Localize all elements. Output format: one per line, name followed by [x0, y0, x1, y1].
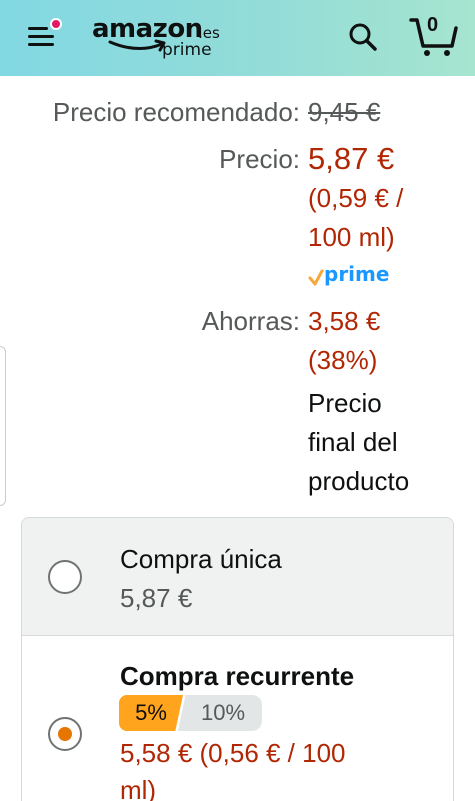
- cart-button[interactable]: 0: [408, 12, 458, 58]
- option-subscribe-price-line2: ml): [120, 775, 157, 801]
- amazon-prime-logo[interactable]: amazon .es prime: [90, 10, 230, 62]
- smile-arrow-icon: [108, 39, 166, 52]
- price-value: 5,87 €: [308, 141, 395, 176]
- final-price-note-line2: final del: [308, 427, 398, 457]
- option-subscribe-title: Compra recurrente: [120, 661, 355, 691]
- savings-label: Ahorras:: [201, 306, 300, 336]
- checkmark-icon: [308, 269, 324, 286]
- discount-tier-10[interactable]: 10%: [178, 695, 262, 731]
- recommended-price-value: 9,45 €: [308, 97, 381, 127]
- option-one-time-price: 5,87 €: [120, 583, 193, 613]
- logo-prime: prime: [162, 40, 212, 60]
- option-one-time-purchase[interactable]: Compra única 5,87 €: [22, 518, 453, 636]
- final-price-note-line1: Precio: [308, 388, 382, 418]
- purchase-options: Compra única 5,87 € Compra recurrente 5,…: [21, 517, 454, 801]
- savings-percent: (38%): [308, 345, 378, 375]
- price-label: Precio:: [219, 144, 300, 174]
- notification-dot: [50, 18, 62, 30]
- search-button[interactable]: [346, 20, 380, 54]
- unit-price-line1: (0,59 € /: [308, 183, 404, 213]
- top-nav-bar: amazon .es prime 0: [0, 0, 475, 76]
- savings-value: 3,58 €: [308, 306, 381, 336]
- menu-icon-line: [28, 43, 54, 46]
- option-subscribe-price-line1: 5,58 € (0,56 € / 100: [120, 738, 346, 768]
- prime-badge-text: prime: [324, 262, 390, 286]
- recommended-price-label: Precio recomendado:: [52, 97, 300, 127]
- side-drawer-handle[interactable]: [0, 346, 6, 506]
- radio-subscribe[interactable]: [48, 717, 82, 751]
- menu-icon-line: [28, 35, 54, 38]
- cart-count: 0: [427, 14, 439, 36]
- radio-one-time[interactable]: [48, 560, 82, 594]
- prime-badge: prime: [308, 262, 389, 286]
- option-one-time-title: Compra única: [120, 544, 282, 574]
- menu-button[interactable]: [24, 18, 64, 52]
- discount-tier-5[interactable]: 5%: [119, 695, 183, 731]
- search-icon: [349, 23, 377, 51]
- unit-price-line2: 100 ml): [308, 222, 395, 252]
- menu-icon: [28, 27, 48, 30]
- final-price-note-line3: producto: [308, 466, 410, 496]
